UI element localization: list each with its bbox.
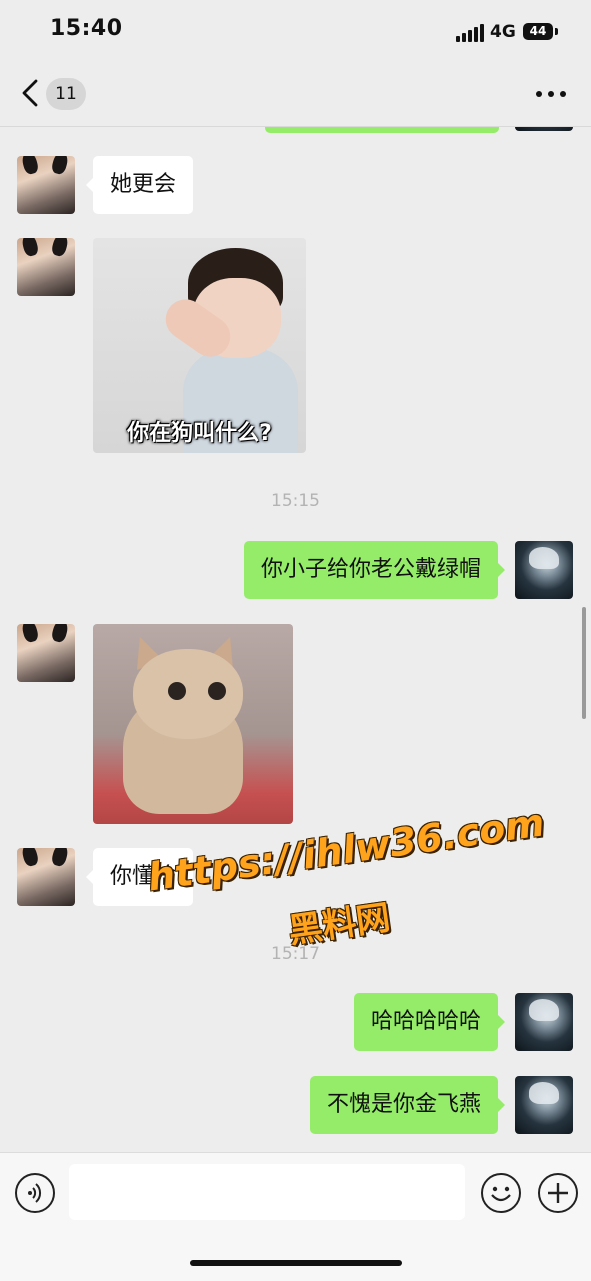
my-avatar[interactable] [515, 541, 573, 599]
message-bubble[interactable]: 不愧是你金飞燕 [309, 1076, 506, 1134]
my-avatar[interactable] [515, 993, 573, 1051]
scrollbar[interactable] [582, 607, 586, 719]
my-avatar[interactable] [515, 127, 573, 131]
message-bubble[interactable]: 你懂啥 [85, 848, 194, 906]
back-icon[interactable] [18, 78, 46, 108]
battery-icon: 44 [523, 23, 553, 40]
message-bubble[interactable]: 你小子给你老公戴绿帽 [243, 541, 506, 599]
chat-header: 11 [0, 64, 591, 127]
chat-messages[interactable]: 她更会 你在狗叫什么? 15:15 你小子给你老公戴绿帽 你懂啥 15:17 哈… [0, 127, 591, 1152]
message-timestamp: 15:17 [271, 944, 320, 964]
contact-avatar[interactable] [17, 848, 75, 906]
home-indicator[interactable] [190, 1260, 402, 1266]
sticker-image-cat[interactable] [93, 624, 293, 824]
contact-avatar[interactable] [17, 156, 75, 214]
status-time: 15:40 [50, 16, 123, 41]
sticker-caption: 你在狗叫什么? [127, 421, 272, 446]
message-input[interactable] [69, 1164, 465, 1220]
plus-icon[interactable] [538, 1173, 578, 1213]
sticker-image-baby[interactable]: 你在狗叫什么? [93, 238, 306, 453]
status-bar: 15:40 4G 44 [0, 0, 591, 64]
message-timestamp: 15:15 [271, 491, 320, 511]
contact-avatar[interactable] [17, 624, 75, 682]
message-bubble[interactable]: 她更会 [85, 156, 194, 214]
battery-tip [555, 28, 558, 35]
message-bubble-partial [265, 127, 499, 133]
signal-icon [456, 24, 484, 42]
voice-icon[interactable] [15, 1173, 55, 1213]
message-bubble[interactable]: 哈哈哈哈哈 [353, 993, 506, 1051]
more-icon[interactable] [536, 89, 566, 99]
network-type: 4G [490, 22, 516, 42]
emoji-icon[interactable] [481, 1173, 521, 1213]
unread-badge[interactable]: 11 [46, 78, 86, 110]
my-avatar[interactable] [515, 1076, 573, 1134]
contact-avatar[interactable] [17, 238, 75, 296]
